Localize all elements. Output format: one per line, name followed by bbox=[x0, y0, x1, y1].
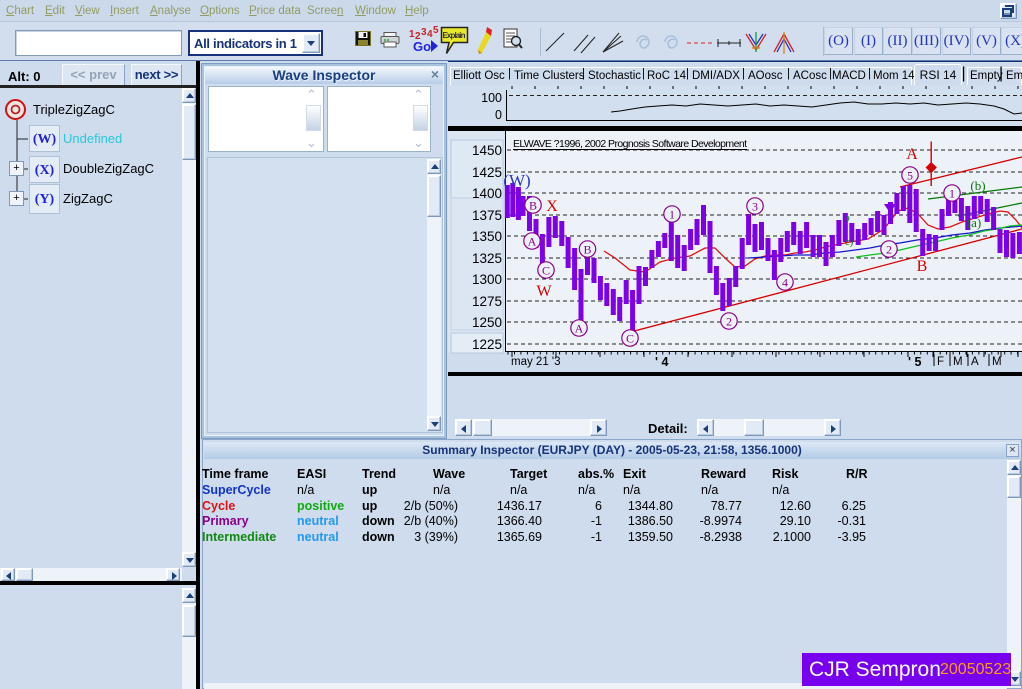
svg-text:A: A bbox=[971, 356, 979, 368]
svg-text:B: B bbox=[583, 243, 591, 257]
svg-text:5: 5 bbox=[433, 25, 439, 36]
svg-text:1375: 1375 bbox=[472, 208, 502, 223]
svg-text:B: B bbox=[529, 199, 537, 213]
svg-text:2: 2 bbox=[886, 243, 892, 257]
svg-text:C: C bbox=[542, 264, 550, 278]
svg-text:' 4: ' 4 bbox=[655, 355, 668, 369]
svg-text:1275: 1275 bbox=[472, 294, 502, 309]
svg-text:1250: 1250 bbox=[472, 315, 502, 330]
svg-text:(b): (b) bbox=[970, 178, 985, 193]
svg-text:1350: 1350 bbox=[472, 229, 502, 244]
svg-text:c): c) bbox=[845, 236, 854, 248]
svg-text:b: b bbox=[844, 212, 850, 224]
svg-text:(a): (a) bbox=[967, 215, 981, 230]
svg-text:1300: 1300 bbox=[472, 272, 502, 287]
svg-text:5: 5 bbox=[907, 169, 913, 183]
svg-text:' 5: ' 5 bbox=[908, 355, 921, 369]
svg-text:2: 2 bbox=[726, 315, 732, 329]
svg-text:W: W bbox=[536, 283, 552, 300]
svg-text:A: A bbox=[528, 235, 537, 249]
svg-text:(W): (W) bbox=[503, 171, 530, 190]
svg-text:1425: 1425 bbox=[472, 165, 502, 180]
svg-text:X: X bbox=[546, 198, 558, 215]
svg-text:M: M bbox=[953, 356, 963, 368]
svg-text:M: M bbox=[992, 356, 1002, 368]
svg-text:100: 100 bbox=[481, 91, 502, 105]
svg-text:3: 3 bbox=[752, 200, 758, 214]
svg-text:may 21 '3: may 21 '3 bbox=[511, 356, 561, 368]
svg-text:A: A bbox=[906, 146, 918, 163]
svg-text:1: 1 bbox=[669, 208, 675, 222]
svg-text:F: F bbox=[937, 356, 944, 368]
svg-text:1450: 1450 bbox=[472, 143, 502, 158]
svg-text:1225: 1225 bbox=[472, 337, 502, 352]
svg-text:B: B bbox=[917, 258, 928, 275]
svg-text:Go: Go bbox=[413, 39, 431, 53]
svg-text:1: 1 bbox=[949, 187, 955, 201]
svg-text:1400: 1400 bbox=[472, 186, 502, 201]
svg-text:4: 4 bbox=[782, 276, 788, 290]
svg-text:Explain: Explain bbox=[443, 31, 466, 40]
svg-text:ELWAVE ?1996, 2002 Prognosis S: ELWAVE ?1996, 2002 Prognosis Software De… bbox=[513, 138, 747, 150]
svg-text:C: C bbox=[626, 332, 634, 346]
svg-text:A: A bbox=[575, 322, 584, 336]
svg-text:1325: 1325 bbox=[472, 251, 502, 266]
svg-text:0: 0 bbox=[495, 108, 502, 122]
